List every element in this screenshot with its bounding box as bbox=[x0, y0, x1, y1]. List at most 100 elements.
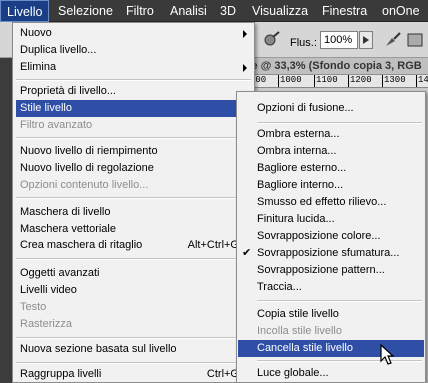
menu-item-stile-livello[interactable]: Stile livello bbox=[16, 100, 251, 117]
menu-item-label: Cancella stile livello bbox=[257, 342, 353, 354]
menu-item-label: Ombra interna... bbox=[257, 145, 337, 157]
menu-item-crea-maschera-ritaglio[interactable]: Crea maschera di ritaglio Alt+Ctrl+G bbox=[16, 237, 251, 254]
airbrush-toggle-icon[interactable] bbox=[383, 30, 403, 50]
submenu-item-cancella-stile[interactable]: Cancella stile livello bbox=[238, 340, 424, 357]
menu-item-maschera-vettoriale[interactable]: Maschera vettoriale bbox=[16, 221, 251, 238]
menu-item-label: Rasterizza bbox=[20, 318, 72, 330]
menubar-item-livello[interactable]: Livello bbox=[0, 0, 50, 22]
menubar-item-filtro[interactable]: Filtro bbox=[120, 0, 160, 22]
menu-item-label: Filtro avanzato bbox=[20, 119, 93, 131]
stile-livello-submenu: Opzioni di fusione... Ombra esterna... O… bbox=[236, 91, 426, 383]
menu-item-label: Elimina bbox=[20, 61, 57, 73]
menu-item-livelli-video[interactable]: Livelli video bbox=[16, 282, 251, 299]
menubar-item-visualizza[interactable]: Visualizza bbox=[246, 0, 314, 22]
ruler-tick: 1200 bbox=[348, 75, 372, 87]
submenu-item-bagliore-esterno[interactable]: Bagliore esterno... bbox=[257, 160, 422, 177]
tablet-pressure-icon[interactable] bbox=[405, 30, 425, 50]
menu-separator bbox=[257, 300, 422, 302]
flow-input[interactable]: 100% bbox=[320, 31, 358, 49]
ruler-tick: 1100 bbox=[314, 75, 338, 87]
horizontal-ruler: 900 1000 1100 1200 1300 1400 bbox=[238, 75, 428, 88]
submenu-item-ombra-esterna[interactable]: Ombra esterna... bbox=[257, 126, 422, 143]
submenu-arrow-icon bbox=[243, 64, 247, 72]
flow-label: Flus.: bbox=[290, 37, 317, 49]
menu-item-label: Copia stile livello bbox=[257, 308, 339, 320]
menu-item-maschera-livello[interactable]: Maschera di livello bbox=[16, 204, 251, 221]
submenu-item-ombra-interna[interactable]: Ombra interna... bbox=[257, 143, 422, 160]
menu-item-label: Crea maschera di ritaglio bbox=[20, 239, 143, 251]
menu-item-nuovo[interactable]: Nuovo bbox=[16, 25, 251, 42]
menubar-item-finestra[interactable]: Finestra bbox=[316, 0, 373, 22]
menu-item-testo[interactable]: Testo bbox=[16, 299, 251, 316]
menu-item-label: Sovrapposizione sfumatura... bbox=[257, 247, 400, 259]
menu-item-rasterizza[interactable]: Rasterizza bbox=[16, 316, 251, 333]
menu-item-label: Maschera vettoriale bbox=[20, 223, 116, 235]
menu-item-opzioni-contenuto[interactable]: Opzioni contenuto livello... bbox=[16, 177, 251, 194]
submenu-item-sovrapposizione-colore[interactable]: Sovrapposizione colore... bbox=[257, 228, 422, 245]
menu-item-label: Incolla stile livello bbox=[257, 325, 342, 337]
menu-item-label: Smusso ed effetto rilievo... bbox=[257, 196, 387, 208]
submenu-item-sovrapposizione-pattern[interactable]: Sovrapposizione pattern... bbox=[257, 262, 422, 279]
menu-item-label: Opzioni contenuto livello... bbox=[20, 179, 149, 191]
menu-item-label: Testo bbox=[20, 301, 47, 313]
mouse-pointer-icon bbox=[380, 344, 395, 365]
menu-item-label: Sovrapposizione colore... bbox=[257, 230, 381, 242]
menu-item-label: Raggruppa livelli bbox=[20, 368, 102, 380]
menu-item-label: Stile livello bbox=[20, 102, 72, 114]
ruler-tick: 1400 bbox=[416, 75, 428, 87]
menu-item-oggetti-avanzati[interactable]: Oggetti avanzati bbox=[16, 265, 251, 282]
menubar-item-3d[interactable]: 3D bbox=[214, 0, 242, 22]
document-tab[interactable]: one @ 33,3% (Sfondo copia 3, RGB bbox=[238, 58, 428, 75]
menu-item-label: Nuovo livello di regolazione bbox=[20, 162, 154, 174]
menu-item-label: Opzioni di fusione... bbox=[257, 102, 354, 114]
submenu-item-luce-globale[interactable]: Luce globale... bbox=[257, 365, 422, 382]
menu-separator bbox=[16, 137, 251, 139]
submenu-item-incolla-stile[interactable]: Incolla stile livello bbox=[257, 323, 422, 340]
menu-separator bbox=[257, 122, 422, 124]
menubar-item-onone[interactable]: onOne bbox=[376, 0, 426, 22]
menu-item-label: Ombra esterna... bbox=[257, 128, 340, 140]
flow-dropdown-arrow[interactable] bbox=[359, 31, 373, 49]
menu-separator bbox=[16, 79, 251, 81]
menu-item-label: Nuova sezione basata sul livello bbox=[20, 343, 177, 355]
submenu-item-copia-stile[interactable]: Copia stile livello bbox=[257, 306, 422, 323]
menu-item-label: Nuovo livello di riempimento bbox=[20, 145, 158, 157]
menu-item-label: Bagliore esterno... bbox=[257, 162, 347, 174]
menu-item-label: Traccia... bbox=[257, 281, 302, 293]
menubar-item-analisi[interactable]: Analisi bbox=[164, 0, 213, 22]
menu-item-label: Nuovo bbox=[20, 27, 52, 39]
menu-item-duplica[interactable]: Duplica livello... bbox=[16, 42, 251, 59]
menu-item-label: Duplica livello... bbox=[20, 44, 97, 56]
menu-separator bbox=[16, 362, 251, 364]
menu-item-label: Bagliore interno... bbox=[257, 179, 344, 191]
menu-separator bbox=[16, 197, 251, 199]
shortcut-label: Ctrl+G bbox=[206, 368, 239, 380]
submenu-item-bagliore-interno[interactable]: Bagliore interno... bbox=[257, 177, 422, 194]
checkmark-icon: ✔ bbox=[242, 247, 252, 259]
submenu-arrow-icon bbox=[243, 30, 247, 38]
submenu-item-traccia[interactable]: Traccia... bbox=[257, 279, 422, 296]
menu-item-filtro-avanzato[interactable]: Filtro avanzato bbox=[16, 117, 251, 134]
menu-item-proprieta[interactable]: Proprietà di livello... bbox=[16, 83, 251, 100]
shortcut-label: Alt+Ctrl+G bbox=[187, 239, 239, 251]
menu-separator bbox=[257, 360, 422, 362]
menu-item-label: Luce globale... bbox=[257, 367, 329, 379]
menu-item-raggruppa[interactable]: Raggruppa livelli Ctrl+G bbox=[16, 366, 251, 383]
menu-item-label: Sovrapposizione pattern... bbox=[257, 264, 385, 276]
menu-item-elimina[interactable]: Elimina bbox=[16, 59, 251, 76]
menu-item-label: Finitura lucida... bbox=[257, 213, 335, 225]
ruler-tick: 1300 bbox=[382, 75, 406, 87]
menu-item-label: Proprietà di livello... bbox=[20, 85, 116, 97]
submenu-item-finitura-lucida[interactable]: Finitura lucida... bbox=[257, 211, 422, 228]
menubar-item-selezione[interactable]: Selezione bbox=[52, 0, 119, 22]
submenu-item-opzioni-fusione[interactable]: Opzioni di fusione... bbox=[257, 100, 422, 117]
menu-separator bbox=[16, 337, 251, 339]
menu-item-nuova-sezione[interactable]: Nuova sezione basata sul livello bbox=[16, 341, 251, 358]
submenu-item-smusso[interactable]: Smusso ed effetto rilievo... bbox=[257, 194, 422, 211]
menu-item-nuovo-regolazione[interactable]: Nuovo livello di regolazione bbox=[16, 160, 251, 177]
submenu-item-sovrapposizione-sfumatura[interactable]: ✔ Sovrapposizione sfumatura... bbox=[242, 245, 422, 262]
airbrush-icon[interactable] bbox=[262, 30, 282, 50]
ruler-tick: 1000 bbox=[278, 75, 302, 87]
menu-item-nuovo-riempimento[interactable]: Nuovo livello di riempimento bbox=[16, 143, 251, 160]
menu-item-label: Oggetti avanzati bbox=[20, 267, 100, 279]
